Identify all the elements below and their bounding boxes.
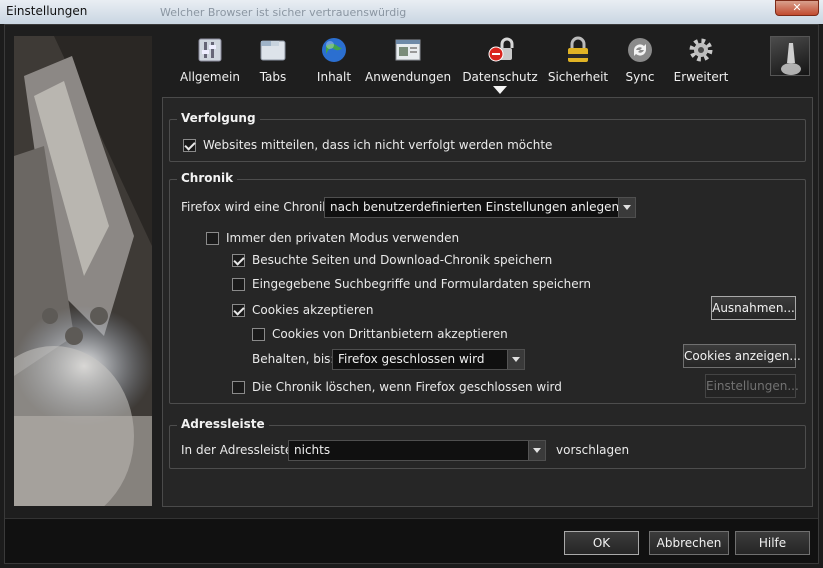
clear-history-label: Die Chronik löschen, wenn Firefox geschl… bbox=[252, 380, 562, 394]
tab-tabs[interactable]: Tabs bbox=[248, 35, 298, 91]
shuttle-thumbnail-icon bbox=[781, 43, 801, 75]
private-mode-label: Immer den privaten Modus verwenden bbox=[226, 231, 460, 245]
keep-until-label: Behalten, bis: bbox=[252, 352, 335, 366]
third-party-cookies-checkbox[interactable] bbox=[252, 328, 265, 341]
close-button[interactable]: ✕ bbox=[775, 0, 819, 16]
location-bar-suffix-label: vorschlagen bbox=[556, 443, 630, 457]
tab-sicherheit[interactable]: Sicherheit bbox=[547, 35, 609, 91]
sync-icon bbox=[628, 38, 652, 62]
chevron-down-icon bbox=[618, 198, 635, 217]
tracking-group: Verfolgung Websites mitteilen, dass ich … bbox=[169, 111, 806, 162]
save-forms-label: Eingegebene Suchbegriffe und Formulardat… bbox=[252, 277, 591, 291]
tabs-icon bbox=[260, 40, 286, 61]
applications-icon bbox=[395, 39, 421, 61]
tab-erweitert[interactable]: Erweitert bbox=[671, 35, 731, 91]
history-heading: Chronik bbox=[177, 171, 238, 185]
private-mode-checkbox[interactable] bbox=[206, 232, 219, 245]
tracking-heading: Verfolgung bbox=[177, 111, 260, 125]
keep-until-value: Firefox geschlossen wird bbox=[338, 352, 485, 366]
save-forms-checkbox[interactable] bbox=[232, 278, 245, 291]
title-bar[interactable]: Einstellungen Welcher Browser ist sicher… bbox=[0, 0, 823, 24]
tab-datenschutz[interactable]: Datenschutz bbox=[460, 35, 540, 94]
tab-label: Tabs bbox=[259, 70, 287, 84]
history-mode-value: nach benutzerdefinierten Einstellungen a… bbox=[330, 200, 620, 214]
theme-side-image bbox=[14, 36, 152, 506]
save-history-checkbox[interactable] bbox=[232, 254, 245, 267]
selected-tab-pointer bbox=[493, 86, 507, 94]
general-icon bbox=[198, 38, 222, 62]
shuttle-illustration bbox=[14, 36, 152, 506]
tab-label: Sicherheit bbox=[547, 70, 609, 84]
tab-label: Allgemein bbox=[180, 70, 240, 84]
tab-sync[interactable]: Sync bbox=[615, 35, 665, 91]
location-bar-suggest-value: nichts bbox=[294, 443, 331, 457]
accept-cookies-label: Cookies akzeptieren bbox=[252, 303, 374, 317]
save-history-label: Besuchte Seiten und Download-Chronik spe… bbox=[252, 253, 553, 267]
do-not-track-checkbox[interactable] bbox=[183, 139, 196, 152]
location-bar-prefix-label: In der Adressleiste bbox=[181, 443, 293, 457]
tab-allgemein[interactable]: Allgemein bbox=[175, 35, 245, 91]
location-bar-group: Adressleiste In der Adressleiste nichts … bbox=[169, 417, 806, 469]
history-settings-button[interactable]: Einstellungen... bbox=[705, 374, 799, 398]
third-party-cookies-label: Cookies von Drittanbietern akzeptieren bbox=[272, 327, 508, 341]
preferences-window: Einstellungen Welcher Browser ist sicher… bbox=[0, 0, 823, 568]
tab-label: Inhalt bbox=[316, 70, 352, 84]
help-button[interactable]: Hilfe bbox=[735, 531, 810, 555]
tab-anwendungen[interactable]: Anwendungen bbox=[365, 35, 451, 91]
dialog-button-bar: OK Abbrechen Hilfe bbox=[5, 518, 818, 563]
security-lock-icon bbox=[568, 36, 588, 62]
tab-label: Sync bbox=[625, 70, 655, 84]
chevron-down-icon bbox=[528, 441, 545, 460]
privacy-panel: Verfolgung Websites mitteilen, dass ich … bbox=[162, 97, 813, 507]
clear-history-checkbox[interactable] bbox=[232, 381, 245, 394]
do-not-track-label: Websites mitteilen, dass ich nicht verfo… bbox=[203, 138, 553, 152]
gear-icon bbox=[689, 38, 713, 62]
location-bar-heading: Adressleiste bbox=[177, 417, 269, 431]
history-mode-label: Firefox wird eine Chronik: bbox=[181, 200, 334, 214]
dialog-body: Allgemein Tabs Inhalt Anwendungen Datens… bbox=[4, 24, 819, 564]
show-cookies-button[interactable]: Cookies anzeigen... bbox=[683, 344, 801, 368]
ok-button[interactable]: OK bbox=[564, 531, 639, 555]
keep-until-dropdown[interactable]: Firefox geschlossen wird bbox=[332, 349, 525, 370]
tab-label: Anwendungen bbox=[365, 70, 452, 84]
theme-avatar bbox=[770, 36, 810, 76]
background-window-text: Welcher Browser ist sicher vertrauenswür… bbox=[160, 6, 407, 19]
history-group: Chronik Firefox wird eine Chronik: nach … bbox=[169, 171, 806, 404]
tab-inhalt[interactable]: Inhalt bbox=[306, 35, 362, 91]
accept-cookies-checkbox[interactable] bbox=[232, 304, 245, 317]
location-bar-suggest-dropdown[interactable]: nichts bbox=[288, 440, 546, 461]
privacy-icon bbox=[488, 37, 514, 62]
tab-label: Erweitert bbox=[673, 70, 729, 84]
history-mode-dropdown[interactable]: nach benutzerdefinierten Einstellungen a… bbox=[324, 197, 636, 218]
chevron-down-icon bbox=[507, 350, 524, 369]
window-title: Einstellungen bbox=[6, 4, 88, 18]
content-globe-icon bbox=[322, 38, 346, 62]
cancel-button[interactable]: Abbrechen bbox=[649, 531, 729, 555]
exceptions-button[interactable]: Ausnahmen... bbox=[711, 296, 796, 320]
tab-label: Datenschutz bbox=[462, 70, 538, 84]
